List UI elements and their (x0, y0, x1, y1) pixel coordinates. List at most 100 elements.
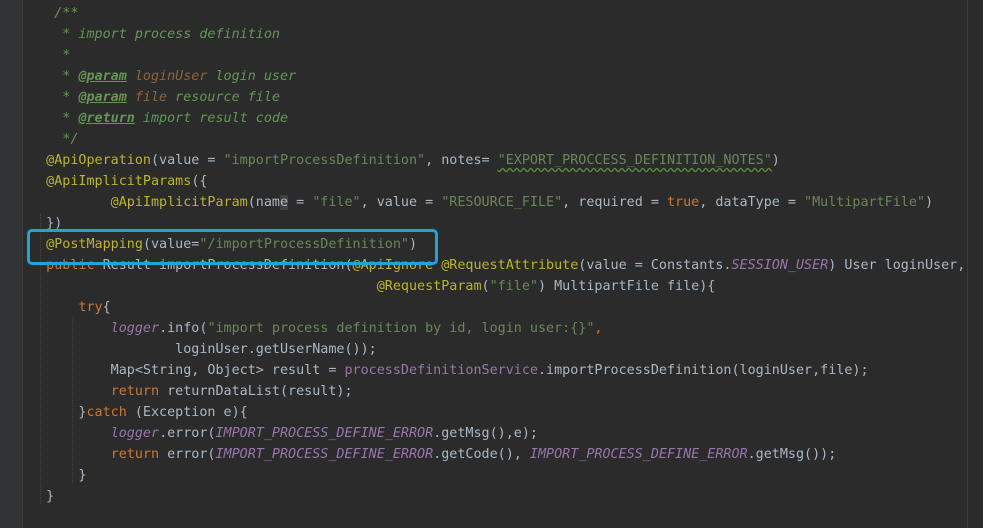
code-token: * import process definition (22, 27, 280, 42)
code-token: returnDataList(result); (159, 384, 353, 399)
code-token: @return (78, 111, 135, 126)
code-token: SESSION_USER (731, 258, 829, 273)
code-token: .error( (159, 426, 216, 441)
code-token: ({ (191, 174, 208, 189)
code-line[interactable]: loginUser.getUserName()); (22, 339, 983, 360)
code-token: "file" (489, 279, 538, 294)
code-token: "/importProcessDefinition" (199, 237, 409, 252)
code-token: "file" (312, 195, 361, 210)
code-line[interactable]: * @param file resource file (22, 87, 983, 108)
code-token: try (78, 300, 103, 315)
code-token: IMPORT_PROCESS_DEFINE_ERROR (529, 447, 748, 462)
code-line[interactable]: logger.error(IMPORT_PROCESS_DEFINE_ERROR… (22, 423, 983, 444)
code-token: @RequestParam (376, 279, 482, 294)
code-area[interactable]: /** * import process definition * * @par… (22, 3, 983, 507)
code-line[interactable]: }) (22, 213, 983, 234)
code-token: @PostMapping (22, 237, 143, 252)
code-token: { (102, 300, 111, 315)
code-token: * (22, 48, 71, 63)
code-line[interactable]: return returnDataList(result); (22, 381, 983, 402)
code-token: .getMsg(),e); (433, 426, 538, 441)
code-line[interactable]: @ApiImplicitParams({ (22, 171, 983, 192)
code-line[interactable]: } (22, 486, 983, 507)
code-token: (Exception e){ (126, 405, 248, 420)
code-line[interactable]: logger.info("import process definition b… (22, 318, 983, 339)
code-token: @param (78, 90, 127, 105)
code-token: login user (207, 69, 297, 84)
code-token: (value = Constants. (578, 258, 732, 273)
code-line[interactable]: } (22, 465, 983, 486)
code-token: * (22, 111, 79, 126)
code-token: }) (22, 216, 63, 231)
code-token: ( (481, 279, 490, 294)
code-token: * (22, 69, 79, 84)
code-line[interactable]: * @return import result code (22, 108, 983, 129)
code-token: @ApiImplicitParam (22, 195, 248, 210)
code-token: , dataType = (699, 195, 805, 210)
code-token: (value = (151, 153, 224, 168)
code-line[interactable]: */ (22, 129, 983, 150)
code-line[interactable]: * import process definition (22, 24, 983, 45)
editor-gutter[interactable] (0, 0, 23, 528)
code-token: resource file (167, 90, 280, 105)
code-line[interactable]: Map<String, Object> result = processDefi… (22, 360, 983, 381)
code-token: } (22, 468, 87, 483)
code-token: = (288, 195, 313, 210)
code-token: Result importProcessDefinition( (94, 258, 353, 273)
code-token: */ (22, 132, 79, 147)
code-token: .getMsg()); (747, 447, 837, 462)
code-token: logger (110, 426, 160, 441)
code-token: "RESOURCE_FILE" (441, 195, 563, 210)
code-token: /** (22, 6, 79, 21)
code-token: return (110, 447, 160, 462)
code-token: IMPORT_PROCESS_DEFINE_ERROR (215, 447, 434, 462)
code-line[interactable]: try{ (22, 297, 983, 318)
code-token: ) (408, 237, 418, 252)
code-line[interactable]: public Result importProcessDefinition(@A… (22, 255, 983, 276)
code-token: "importProcessDefinition" (223, 153, 426, 168)
code-editor[interactable]: /** * import process definition * * @par… (0, 0, 983, 528)
code-line[interactable]: @PostMapping(value="/importProcessDefini… (22, 234, 983, 255)
code-token: , notes= (425, 153, 498, 168)
code-token: .importProcessDefinition(loginUser,file)… (537, 363, 869, 378)
code-token: Map<String, Object> result = (22, 363, 345, 378)
code-line[interactable]: * @param loginUser login user (22, 66, 983, 87)
code-token: @RequestAttribute (441, 258, 579, 273)
code-token: , required = (562, 195, 667, 210)
code-line[interactable]: * (22, 45, 983, 66)
code-token: loginUser (134, 69, 208, 84)
code-token: e (279, 195, 289, 210)
code-line[interactable]: @ApiImplicitParam(name = "file", value =… (22, 192, 983, 213)
code-line[interactable]: /** (22, 3, 983, 24)
code-line[interactable]: }catch (Exception e){ (22, 402, 983, 423)
code-token: } (22, 405, 87, 420)
code-token: @param (78, 69, 127, 84)
code-token: true (666, 195, 700, 210)
code-token: error( (159, 447, 216, 462)
code-line[interactable]: @RequestParam("file") MultipartFile file… (22, 276, 983, 297)
code-token: , (594, 321, 603, 336)
code-token: "import process definition by id, login … (207, 321, 595, 336)
code-token: IMPORT_PROCESS_DEFINE_ERROR (215, 426, 434, 441)
code-token: loginUser.getUserName()); (22, 342, 377, 357)
code-token: @ApiImplicitParams (22, 174, 192, 189)
code-token: public (22, 258, 95, 273)
code-token: .getCode(), (433, 447, 530, 462)
code-token: .info( (159, 321, 208, 336)
code-token: import result code (134, 111, 289, 126)
code-token: ) (771, 153, 780, 168)
code-token: ) MultipartFile file){ (537, 279, 716, 294)
code-line[interactable]: return error(IMPORT_PROCESS_DEFINE_ERROR… (22, 444, 983, 465)
code-token: @ApiOperation (22, 153, 151, 168)
code-token: processDefinitionService (344, 363, 538, 378)
code-token: (nam (247, 195, 280, 210)
code-token: * (22, 90, 79, 105)
code-token: logger (110, 321, 160, 336)
code-line[interactable]: @ApiOperation(value = "importProcessDefi… (22, 150, 983, 171)
